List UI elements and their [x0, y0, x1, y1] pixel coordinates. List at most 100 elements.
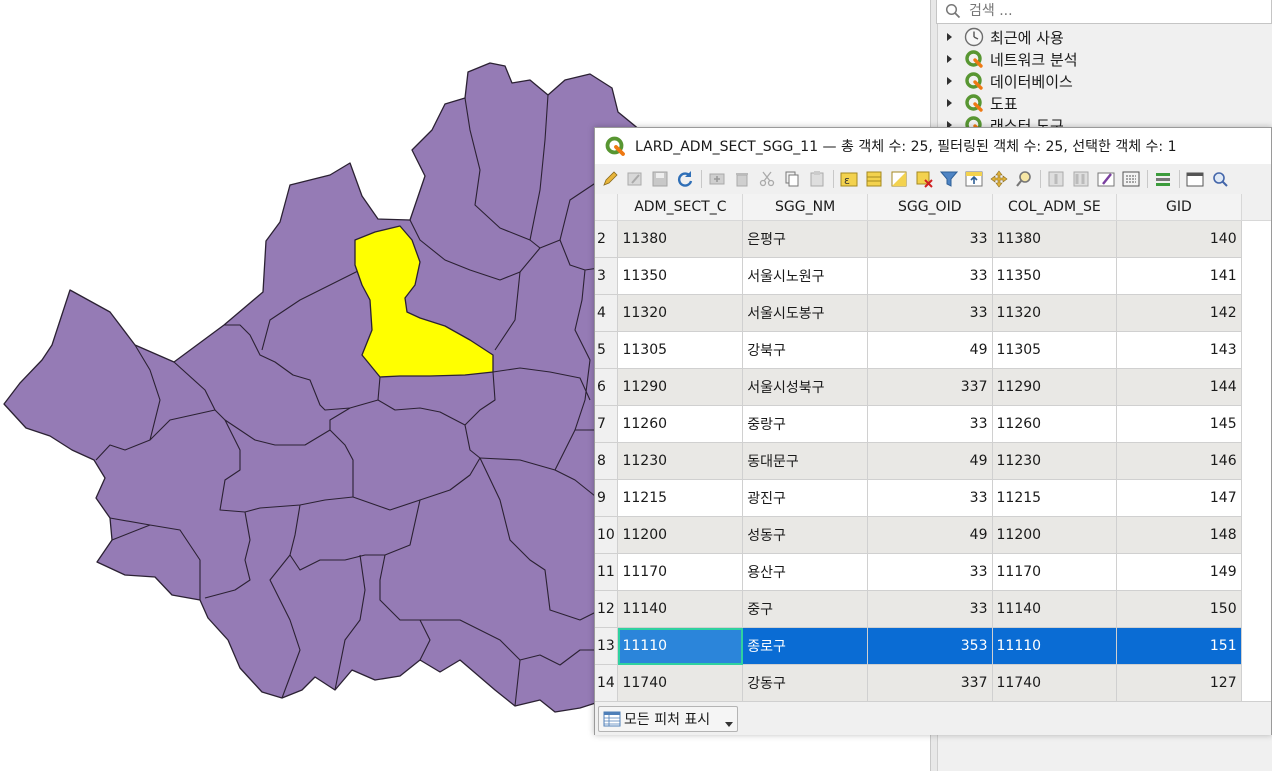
column-header-sgg-nm[interactable]: SGG_NM [742, 194, 868, 221]
cell-gid[interactable]: 149 [1116, 553, 1242, 591]
corner-header[interactable] [595, 194, 619, 221]
cell-sgg-nm[interactable]: 광진구 [742, 479, 868, 517]
toolbox-item-charts[interactable]: 도표 [944, 92, 1018, 114]
toolbox-item-network-analysis[interactable]: 네트워크 분석 [944, 48, 1078, 70]
copy-icon[interactable] [783, 170, 801, 188]
cut-icon[interactable] [758, 170, 776, 188]
expand-arrow-icon[interactable] [944, 32, 954, 42]
row-number[interactable]: 2 [595, 220, 619, 258]
cell-col-adm-se[interactable]: 11305 [992, 331, 1118, 369]
cell-gid[interactable]: 145 [1116, 405, 1242, 443]
row-number[interactable]: 11 [595, 553, 619, 591]
cell-adm-sect-c[interactable]: 11140 [617, 590, 744, 628]
cell-sgg-oid[interactable]: 49 [867, 516, 993, 554]
table-row[interactable]: 12 11140 중구 33 11140 150 [595, 590, 1271, 628]
table-row-selected[interactable]: 13 11110 종로구 353 11110 151 [595, 627, 1271, 665]
cell-sgg-oid[interactable]: 337 [867, 664, 993, 701]
cell-adm-sect-c[interactable]: 11320 [617, 294, 744, 332]
invert-selection-icon[interactable] [890, 170, 908, 188]
conditional-formatting-icon[interactable] [1154, 170, 1172, 188]
cell-col-adm-se[interactable]: 11200 [992, 516, 1118, 554]
cell-sgg-oid[interactable]: 353 [867, 627, 993, 665]
column-header-gid[interactable]: GID [1116, 194, 1242, 221]
table-row[interactable]: 11 11170 용산구 33 11170 149 [595, 553, 1271, 591]
filter-icon[interactable] [940, 170, 958, 188]
window-titlebar[interactable]: LARD_ADM_SECT_SGG_11 — 총 객체 수: 25, 필터링된 … [595, 128, 1271, 164]
cell-adm-sect-c[interactable]: 11260 [617, 405, 744, 443]
cell-adm-sect-c[interactable]: 11350 [617, 257, 744, 295]
multi-edit-icon[interactable] [626, 170, 644, 188]
table-row[interactable]: 8 11230 동대문구 49 11230 146 [595, 442, 1271, 480]
cell-adm-sect-c[interactable]: 11740 [617, 664, 744, 701]
cell-gid[interactable]: 143 [1116, 331, 1242, 369]
table-row[interactable]: 2 11380 은평구 33 11380 140 [595, 220, 1271, 258]
district-polygons[interactable] [3, 62, 641, 713]
cell-col-adm-se[interactable]: 11740 [992, 664, 1118, 701]
cell-col-adm-se[interactable]: 11320 [992, 294, 1118, 332]
cell-gid[interactable]: 148 [1116, 516, 1242, 554]
cell-adm-sect-c[interactable]: 11380 [617, 220, 744, 258]
expand-arrow-icon[interactable] [944, 54, 954, 64]
cell-sgg-oid[interactable]: 33 [867, 220, 993, 258]
search-input[interactable] [967, 2, 1251, 20]
cell-sgg-oid[interactable]: 33 [867, 590, 993, 628]
column-header-col-adm-se[interactable]: COL_ADM_SE [992, 194, 1118, 221]
row-number[interactable]: 7 [595, 405, 619, 443]
cell-sgg-nm[interactable]: 용산구 [742, 553, 868, 591]
toolbox-item-database[interactable]: 데이터베이스 [944, 70, 1073, 92]
delete-field-icon[interactable] [1072, 170, 1090, 188]
expand-arrow-icon[interactable] [944, 76, 954, 86]
cell-gid[interactable]: 144 [1116, 368, 1242, 406]
cell-sgg-oid[interactable]: 33 [867, 294, 993, 332]
attribute-grid[interactable]: ADM_SECT_C SGG_NM SGG_OID COL_ADM_SE GID… [595, 194, 1271, 701]
deselect-all-icon[interactable] [915, 170, 933, 188]
row-number[interactable]: 8 [595, 442, 619, 480]
table-row[interactable]: 9 11215 광진구 33 11215 147 [595, 479, 1271, 517]
row-number[interactable]: 10 [595, 516, 619, 554]
toolbox-search-field[interactable] [936, 0, 1272, 24]
table-row[interactable]: 6 11290 서울시성북구 337 11290 144 [595, 368, 1271, 406]
dropdown-arrow-icon[interactable] [725, 722, 733, 727]
toggle-editing-icon[interactable] [601, 170, 619, 188]
cell-gid[interactable]: 127 [1116, 664, 1242, 701]
new-field-icon[interactable] [1047, 170, 1065, 188]
cell-sgg-oid[interactable]: 49 [867, 442, 993, 480]
cell-gid[interactable]: 151 [1116, 627, 1242, 665]
column-header-adm-sect-c[interactable]: ADM_SECT_C [617, 194, 744, 221]
row-number[interactable]: 6 [595, 368, 619, 406]
attribute-table-window[interactable]: LARD_ADM_SECT_SGG_11 — 총 객체 수: 25, 필터링된 … [594, 127, 1272, 735]
paste-icon[interactable] [808, 170, 826, 188]
cell-sgg-oid[interactable]: 337 [867, 368, 993, 406]
row-number[interactable]: 12 [595, 590, 619, 628]
cell-col-adm-se[interactable]: 11290 [992, 368, 1118, 406]
column-header-sgg-oid[interactable]: SGG_OID [867, 194, 993, 221]
cell-sgg-nm[interactable]: 중구 [742, 590, 868, 628]
row-number[interactable]: 9 [595, 479, 619, 517]
save-edits-icon[interactable] [651, 170, 669, 188]
cell-col-adm-se[interactable]: 11230 [992, 442, 1118, 480]
cell-sgg-nm[interactable]: 강북구 [742, 331, 868, 369]
cell-sgg-nm[interactable]: 서울시성북구 [742, 368, 868, 406]
toolbox-item-recent[interactable]: 최근에 사용 [944, 26, 1064, 48]
table-row[interactable]: 14 11740 강동구 337 11740 127 [595, 664, 1271, 701]
cell-col-adm-se[interactable]: 11260 [992, 405, 1118, 443]
cell-col-adm-se[interactable]: 11350 [992, 257, 1118, 295]
delete-feature-icon[interactable] [733, 170, 751, 188]
cell-sgg-oid[interactable]: 33 [867, 405, 993, 443]
cell-sgg-oid[interactable]: 49 [867, 331, 993, 369]
cell-gid[interactable]: 146 [1116, 442, 1242, 480]
table-row[interactable]: 7 11260 중랑구 33 11260 145 [595, 405, 1271, 443]
cell-sgg-nm[interactable]: 서울시도봉구 [742, 294, 868, 332]
expand-arrow-icon[interactable] [944, 98, 954, 108]
move-selection-to-top-icon[interactable] [965, 170, 983, 188]
cell-gid[interactable]: 150 [1116, 590, 1242, 628]
cell-sgg-nm[interactable]: 강동구 [742, 664, 868, 701]
cell-adm-sect-c[interactable]: 11215 [617, 479, 744, 517]
zoom-to-selected-icon[interactable] [1015, 170, 1033, 188]
cell-sgg-nm[interactable]: 은평구 [742, 220, 868, 258]
row-number[interactable]: 3 [595, 257, 619, 295]
cell-col-adm-se[interactable]: 11110 [992, 627, 1118, 665]
cell-sgg-oid[interactable]: 33 [867, 257, 993, 295]
show-all-features-button[interactable]: 모든 피처 표시 [598, 706, 738, 732]
cell-gid[interactable]: 147 [1116, 479, 1242, 517]
